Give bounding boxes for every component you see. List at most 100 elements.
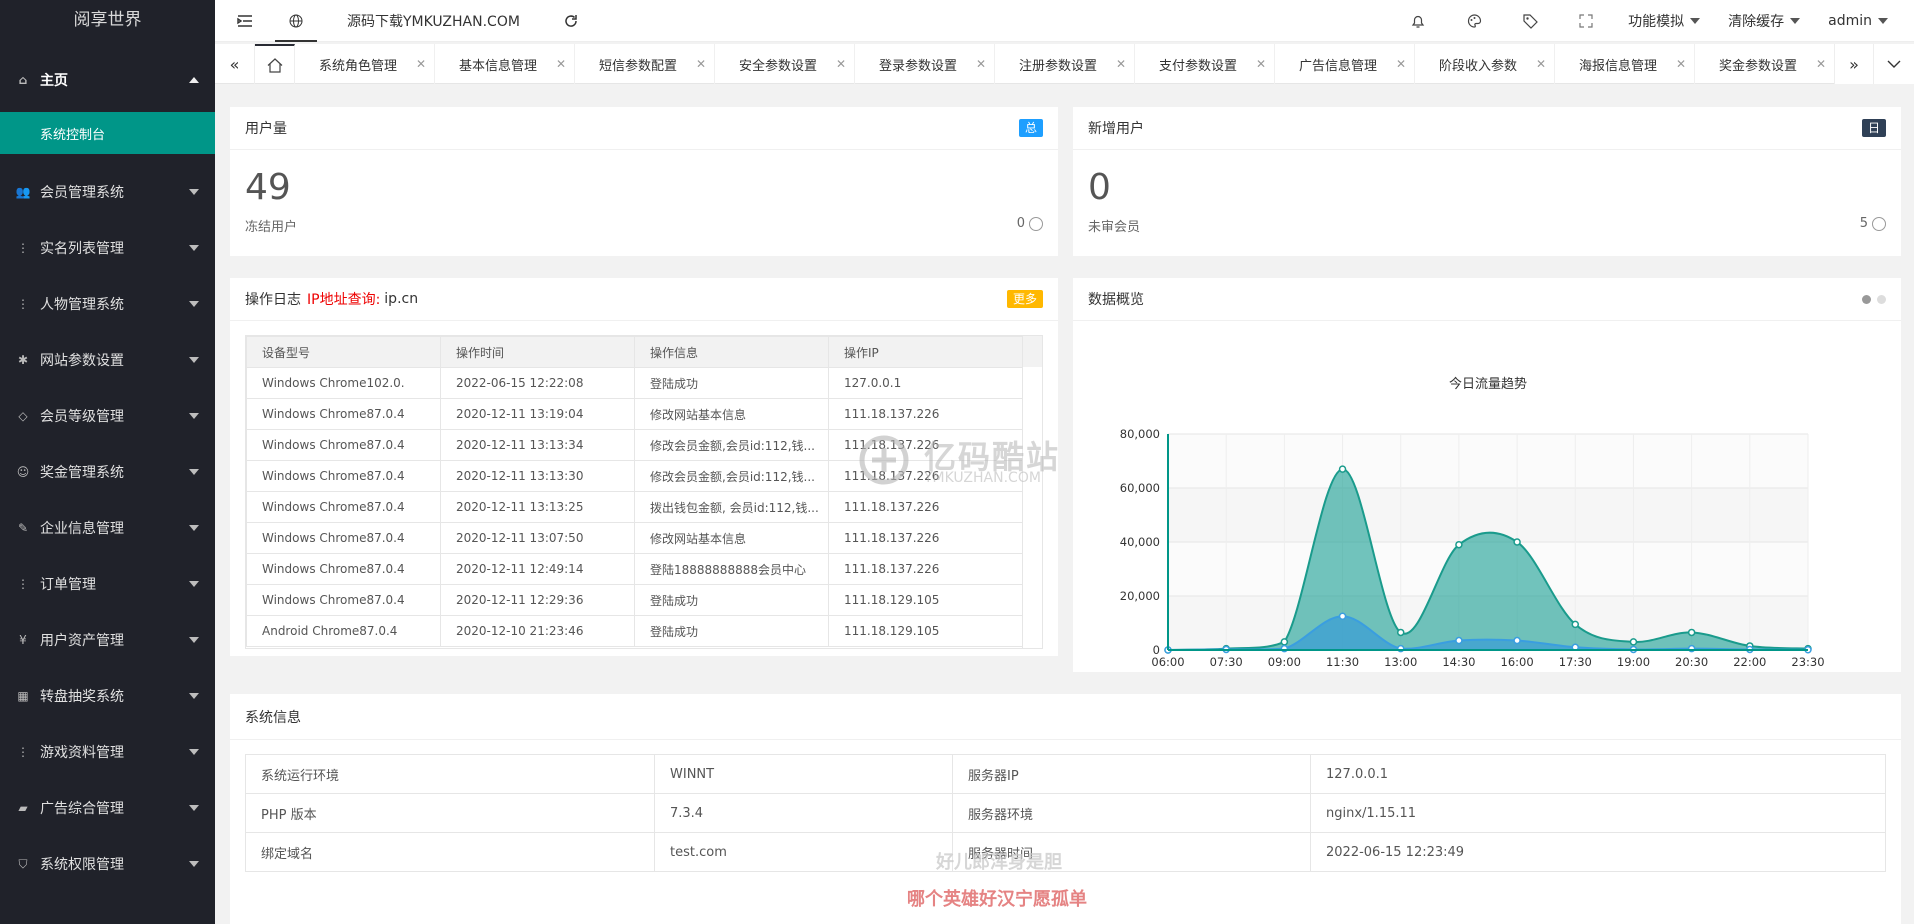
page-tab[interactable]: 支付参数设置 ✕ — [1135, 44, 1275, 84]
card-title: 数据概览 — [1088, 292, 1144, 308]
card-title: 操作日志 — [245, 292, 301, 308]
info-value: 127.0.0.1 — [1310, 754, 1886, 794]
page-tab[interactable]: 系统角色管理 ✕ — [295, 44, 435, 84]
close-icon[interactable]: ✕ — [696, 57, 706, 71]
table-cell: 111.18.137.226 — [828, 553, 1024, 585]
sidebar-item-label: 人物管理系统 — [40, 297, 124, 313]
close-icon[interactable]: ✕ — [556, 57, 566, 71]
refresh-button[interactable] — [534, 0, 592, 42]
sidebar-item[interactable]: ⋮ 实名列表管理 — [0, 220, 215, 276]
table-cell: 2020-12-11 13:13:25 — [440, 491, 635, 523]
ip-query-link[interactable]: ip.cn — [384, 291, 418, 307]
close-icon[interactable]: ✕ — [1816, 57, 1826, 71]
page-tab[interactable]: 登录参数设置 ✕ — [855, 44, 995, 84]
user-count-value: 49 — [245, 167, 291, 208]
close-icon[interactable]: ✕ — [976, 57, 986, 71]
sidebar-item-label: 游戏资料管理 — [40, 745, 124, 761]
table-cell: 登陆成功 — [634, 584, 829, 616]
sidebar-item-label: 企业信息管理 — [40, 521, 124, 537]
close-icon[interactable]: ✕ — [836, 57, 846, 71]
close-icon[interactable]: ✕ — [1396, 57, 1406, 71]
sidebar-item[interactable]: ⋮ 人物管理系统 — [0, 276, 215, 332]
table-cell: 111.18.129.105 — [828, 615, 1024, 647]
sidebar-item[interactable]: ⋮ 订单管理 — [0, 556, 215, 612]
menu-toggle-button[interactable] — [215, 0, 275, 42]
table-row: Windows Chrome87.0.4 2020-12-11 13:13:25 拨… — [246, 491, 1024, 523]
tab-label: 基本信息管理 — [459, 58, 538, 74]
close-icon[interactable]: ✕ — [1676, 57, 1686, 71]
tab-label: 安全参数设置 — [739, 58, 818, 74]
caret-down-icon — [189, 301, 199, 307]
sidebar-item[interactable]: ☺ 奖金管理系统 — [0, 444, 215, 500]
tabs-dropdown-button[interactable] — [1874, 44, 1914, 84]
page-tab[interactable]: 注册参数设置 ✕ — [995, 44, 1135, 84]
sidebar-item[interactable]: ▦ 转盘抽奖系统 — [0, 668, 215, 724]
tabs-scroll-right-button[interactable]: » — [1834, 44, 1874, 84]
sidebar-item[interactable]: ✎ 企业信息管理 — [0, 500, 215, 556]
page-tab[interactable]: 短信参数配置 ✕ — [575, 44, 715, 84]
table-row: 系统运行环境 WINNT 服务器IP 127.0.0.1 — [245, 754, 1886, 794]
fullscreen-button[interactable] — [1558, 0, 1614, 42]
x-tick-label: 17:30 — [1559, 655, 1592, 669]
caret-down-icon — [1790, 18, 1801, 24]
table-cell: 111.18.137.226 — [828, 398, 1024, 430]
carousel-dot[interactable] — [1877, 295, 1886, 304]
sidebar-item[interactable]: ⋮ 游戏资料管理 — [0, 724, 215, 780]
globe-button[interactable] — [275, 0, 317, 42]
tag-button[interactable] — [1502, 0, 1558, 42]
close-icon[interactable]: ✕ — [1116, 57, 1126, 71]
table-cell: 修改会员金额,会员id:112,钱... — [634, 460, 829, 492]
y-tick-label: 80,000 — [1120, 427, 1160, 441]
sidebar-item[interactable]: ✱ 网站参数设置 — [0, 332, 215, 388]
page-tab[interactable]: 基本信息管理 ✕ — [435, 44, 575, 84]
table-scrollbar[interactable] — [1022, 367, 1042, 648]
data-point — [1629, 638, 1638, 646]
sidebar-item[interactable]: ¥ 用户资产管理 — [0, 612, 215, 668]
system-info-table: 系统运行环境 WINNT 服务器IP 127.0.0.1 PHP 版本 7.3.4 服务器环… — [245, 754, 1886, 872]
info-label: 服务器IP — [952, 754, 1311, 794]
tab-home[interactable] — [255, 44, 295, 84]
close-icon[interactable]: ✕ — [416, 57, 426, 71]
tag-icon — [1523, 13, 1538, 29]
system-info-card: 系统信息 系统运行环境 WINNT 服务器IP 127.0.0.1 PHP 版本 7.3.… — [230, 694, 1901, 924]
table-cell: 2020-12-11 12:49:14 — [440, 553, 635, 585]
card-title: 用户量 — [245, 121, 287, 137]
close-icon[interactable]: ✕ — [1256, 57, 1266, 71]
user-menu[interactable]: admin — [1814, 0, 1902, 42]
tabs-scroll-left-button[interactable]: « — [215, 44, 255, 84]
diamond-icon: ◇ — [18, 409, 28, 423]
card-header: 操作日志 IP地址查询: ip.cn 更多 — [230, 278, 1058, 321]
page-tab[interactable]: 阶段收入参数 ✕ — [1415, 44, 1555, 84]
more-badge[interactable]: 更多 — [1006, 290, 1043, 308]
site-link[interactable]: 源码下载YMKUZHAN.COM — [317, 0, 534, 42]
page-tab[interactable]: 奖金参数设置 ✕ — [1695, 44, 1835, 84]
table-cell: Windows Chrome87.0.4 — [246, 460, 441, 492]
sidebar-subitem-console[interactable]: 系统控制台 — [0, 112, 215, 154]
simulate-menu[interactable]: 功能模拟 — [1614, 0, 1714, 42]
notifications-button[interactable] — [1390, 0, 1446, 42]
info-label: 系统运行环境 — [245, 754, 655, 794]
carousel-dot-active[interactable] — [1862, 295, 1871, 304]
page-tab[interactable]: 海报信息管理 ✕ — [1555, 44, 1695, 84]
sidebar-item[interactable]: ▰ 广告综合管理 — [0, 780, 215, 836]
table-cell: Windows Chrome102.0. — [246, 367, 441, 399]
column-header: 操作信息 — [634, 336, 829, 368]
sidebar-item[interactable]: 👥 会员管理系统 — [0, 164, 215, 220]
bell-icon — [1411, 15, 1425, 28]
close-icon[interactable]: ✕ — [1536, 57, 1546, 71]
sidebar-item[interactable]: ◇ 会员等级管理 — [0, 388, 215, 444]
table-cell: 111.18.137.226 — [828, 522, 1024, 554]
sidebar-item-home[interactable]: ⌂ 主页 — [0, 48, 215, 112]
page-tab[interactable]: 安全参数设置 ✕ — [715, 44, 855, 84]
page-tab[interactable]: 广告信息管理 ✕ — [1275, 44, 1415, 84]
theme-button[interactable] — [1446, 0, 1502, 42]
sidebar-item[interactable]: ⛉ 系统权限管理 — [0, 836, 215, 892]
table-cell: 2020-12-11 13:13:34 — [440, 429, 635, 461]
ip-query-label: IP地址查询: — [307, 292, 381, 308]
grid-band — [1168, 434, 1808, 488]
card-title: 系统信息 — [245, 709, 301, 726]
tab-label: 短信参数配置 — [599, 58, 678, 74]
chevron-up-icon — [189, 77, 199, 83]
clear-cache-menu[interactable]: 清除缓存 — [1714, 0, 1814, 42]
user-icon — [1029, 216, 1043, 231]
